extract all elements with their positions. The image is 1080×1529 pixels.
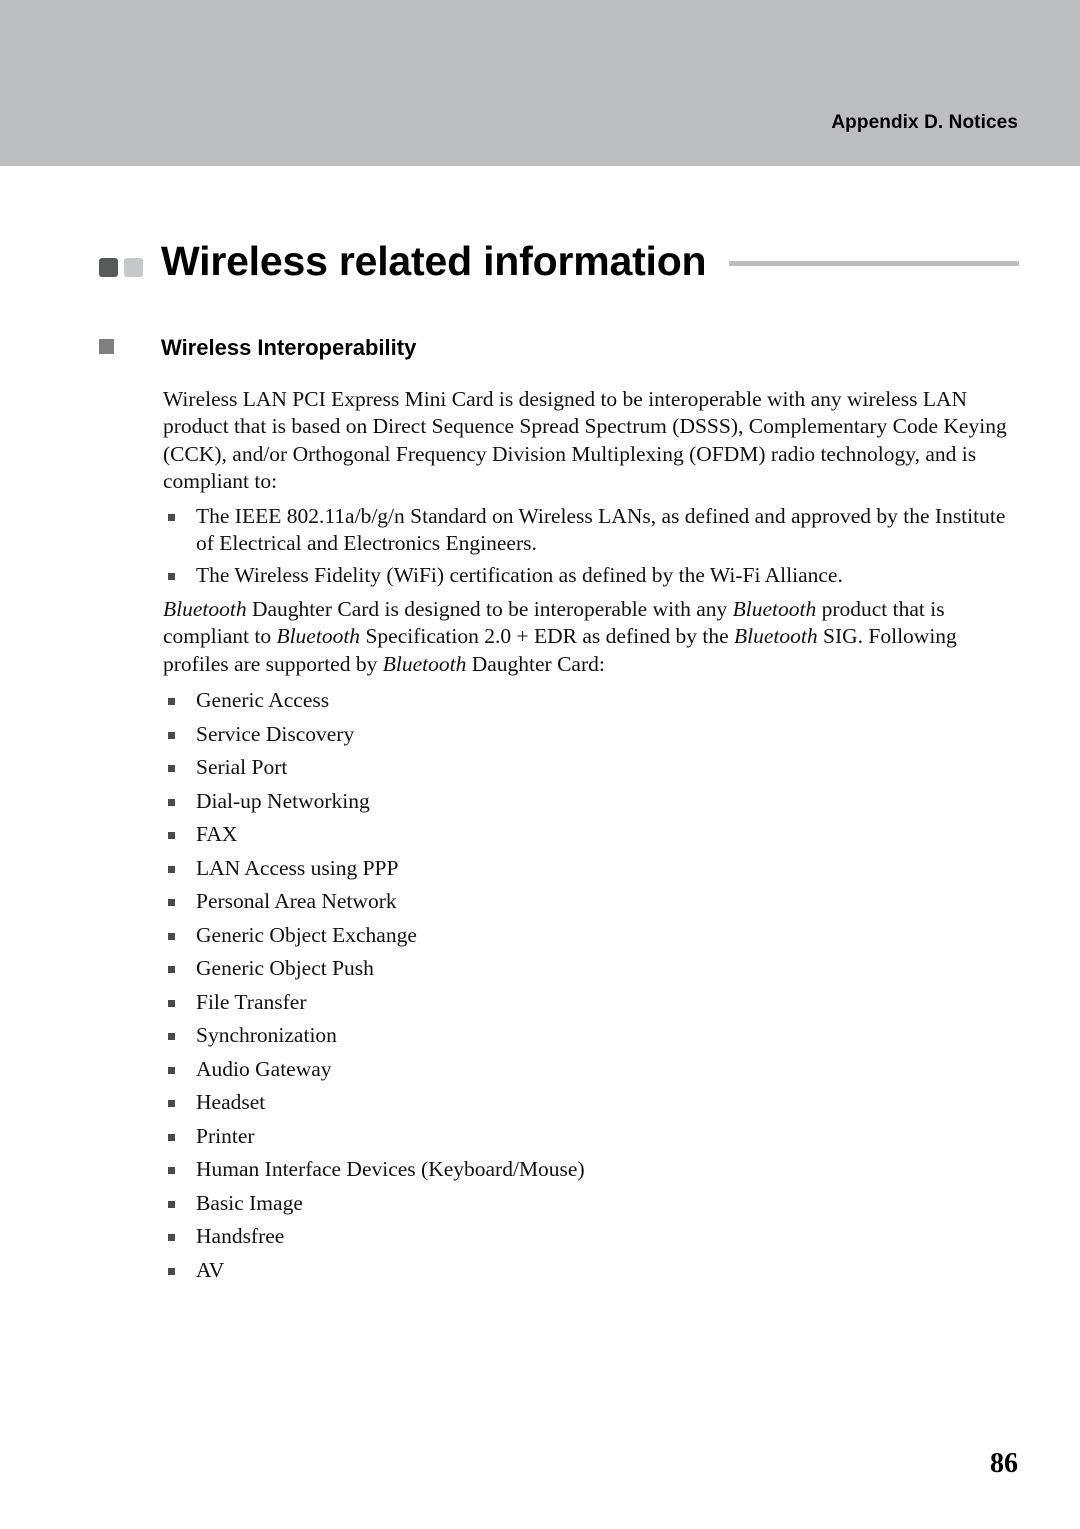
square-bullet-icon [168,731,175,739]
list-item: Generic Access [163,684,1019,718]
square-bullet-icon [168,798,175,806]
list-item: Headset [163,1086,1019,1120]
list-item-label: Synchronization [196,1023,337,1048]
list-item: AV [163,1254,1019,1288]
list-item-label: Audio Gateway [196,1056,332,1081]
square-bullet-icon [168,832,175,840]
list-item: Personal Area Network [163,885,1019,919]
list-item: The Wireless Fidelity (WiFi) certificati… [163,562,1019,589]
square-bullet-icon [168,1033,175,1041]
list-item-label: Generic Object Push [196,956,374,981]
list-item: Audio Gateway [163,1053,1019,1087]
list-item: Handsfree [163,1220,1019,1254]
page-number: 86 [990,1448,1018,1479]
list-item: Basic Image [163,1187,1019,1221]
bluetooth-paragraph: Bluetooth Daughter Card is designed to b… [163,596,1019,678]
list-item-label: Handsfree [196,1224,285,1249]
list-item: Service Discovery [163,718,1019,752]
dark-square-icon [99,258,118,277]
square-bullet-icon [168,765,175,773]
square-bullet-icon [168,932,175,940]
square-bullet-icon [168,966,175,974]
list-item: FAX [163,818,1019,852]
bt-text-6: Specification 2.0 + EDR as defined by th… [360,624,735,649]
list-item: Human Interface Devices (Keyboard/Mouse) [163,1153,1019,1187]
profiles-list: Generic Access Service Discovery Serial Po… [163,684,1019,1287]
bluetooth-italic: Bluetooth [163,597,247,622]
square-bullet-icon [168,573,175,581]
square-bullet-icon [168,1133,175,1141]
list-item: Generic Object Exchange [163,919,1019,953]
list-item-label: Serial Port [196,755,288,780]
running-head: Appendix D. Notices [831,112,1018,133]
section-heading-row: Wireless Interoperability [0,334,1080,364]
square-bullet-icon [168,1167,175,1175]
section-bullet-square-icon [99,339,114,354]
list-item: Generic Object Push [163,952,1019,986]
page-title-row: Wireless related information [0,236,1080,292]
square-bullet-icon [168,865,175,873]
list-item-label: LAN Access using PPP [196,855,399,880]
list-item: LAN Access using PPP [163,852,1019,886]
square-bullet-icon [168,1267,175,1275]
list-item-label: The Wireless Fidelity (WiFi) certificati… [196,563,843,588]
light-square-icon [124,258,143,277]
bt-text-2: Daughter Card is designed to be interope… [246,597,733,622]
square-bullet-icon [168,1200,175,1208]
list-item-label: Personal Area Network [196,889,397,914]
list-item: Serial Port [163,751,1019,785]
content-body: Wireless LAN PCI Express Mini Card is de… [163,386,1019,1287]
list-item-label: Service Discovery [196,721,355,746]
list-item-label: File Transfer [196,989,307,1014]
list-item-label: The IEEE 802.11a/b/g/n Standard on Wirel… [196,504,1006,556]
list-item: The IEEE 802.11a/b/g/n Standard on Wirel… [163,503,1019,557]
bluetooth-italic: Bluetooth [276,624,361,649]
page-title: Wireless related information [161,238,707,284]
header-band [0,0,1080,166]
bluetooth-italic: Bluetooth [732,597,817,622]
title-rule [729,261,1019,266]
list-item-label: AV [196,1257,225,1282]
bluetooth-italic: Bluetooth [382,651,467,676]
list-item-label: Headset [196,1090,266,1115]
list-item: File Transfer [163,986,1019,1020]
list-item-label: Human Interface Devices (Keyboard/Mouse) [196,1157,585,1182]
square-bullet-icon [168,1234,175,1242]
list-item-label: Generic Access [196,688,330,713]
bt-text-10: Daughter Card: [466,651,605,676]
square-bullet-icon [168,1066,175,1074]
standards-list: The IEEE 802.11a/b/g/n Standard on Wirel… [163,503,1019,589]
list-item-label: Dial-up Networking [196,788,370,813]
list-item-label: Generic Object Exchange [196,922,417,947]
title-square-decoration [99,258,161,278]
list-item-label: FAX [196,822,238,847]
square-bullet-icon [168,514,175,522]
list-item: Synchronization [163,1019,1019,1053]
bluetooth-italic: Bluetooth [734,624,818,649]
square-bullet-icon [168,999,175,1007]
intro-paragraph: Wireless LAN PCI Express Mini Card is de… [163,387,1007,493]
list-item: Dial-up Networking [163,785,1019,819]
list-item: Printer [163,1120,1019,1154]
square-bullet-icon [168,899,175,907]
square-bullet-icon [168,698,175,706]
list-item-label: Printer [196,1123,255,1148]
list-item-label: Basic Image [196,1190,303,1215]
square-bullet-icon [168,1100,175,1108]
section-heading-text: Wireless Interoperability [161,335,417,360]
